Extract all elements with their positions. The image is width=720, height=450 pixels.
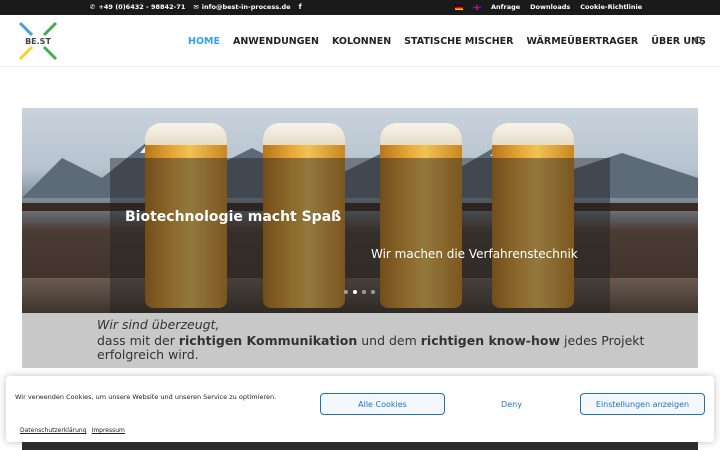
search-icon[interactable] (694, 36, 704, 46)
content-strip (22, 442, 698, 450)
cookie-message: Wir verwenden Cookies, um unsere Website… (15, 393, 277, 401)
english-flag-icon[interactable] (473, 4, 481, 10)
facebook-icon[interactable]: f (299, 3, 302, 11)
nav-statische-mischer[interactable]: STATISCHE MISCHER (404, 36, 513, 47)
topbar-link-cookie[interactable]: Cookie-Richtlinie (580, 3, 642, 11)
hero-subtitle: Wir machen die Verfahrenstechnik (371, 247, 578, 261)
deny-cookies-button[interactable]: Deny (449, 393, 574, 415)
slider-dot[interactable] (344, 290, 348, 294)
statement-body: dass mit der richtigen Kommunikation und… (97, 334, 687, 362)
nav-kolonnen[interactable]: KOLONNEN (332, 36, 391, 47)
accept-cookies-button[interactable]: Alle Cookies (320, 393, 445, 415)
cookie-settings-button[interactable]: Einstellungen anzeigen (580, 393, 705, 415)
best-logo[interactable]: BE.ST (16, 19, 60, 63)
slider-dot-active[interactable] (353, 290, 357, 294)
phone-icon: ✆ (90, 3, 96, 11)
logo-text: BE.ST (25, 37, 51, 46)
german-flag-icon[interactable] (455, 4, 463, 10)
topbar-link-anfrage[interactable]: Anfrage (491, 3, 520, 11)
site-header: BE.ST HOME ANWENDUNGEN KOLONNEN STATISCH… (0, 15, 720, 67)
cookie-links: Datenschutzerklärung Impressum (20, 427, 125, 434)
cookie-banner: Wir verwenden Cookies, um unsere Website… (6, 376, 714, 442)
mission-statement: Wir sind überzeugt, dass mit der richtig… (22, 313, 698, 368)
email-address: info@best-in-process.de (201, 3, 291, 11)
statement-text: und dem (357, 333, 421, 348)
slider-dots (344, 290, 375, 294)
nav-anwendungen[interactable]: ANWENDUNGEN (233, 36, 319, 47)
nav-home[interactable]: HOME (188, 36, 220, 47)
phone-number: +49 (0)6432 - 98842-71 (98, 3, 186, 11)
imprint-link[interactable]: Impressum (92, 427, 125, 434)
main-nav: HOME ANWENDUNGEN KOLONNEN STATISCHE MISC… (188, 36, 706, 47)
top-bar: ✆ +49 (0)6432 - 98842-71 ✉ info@best-in-… (0, 0, 720, 15)
hero-title: Biotechnologie macht Spaß (125, 209, 342, 225)
topbar-link-downloads[interactable]: Downloads (530, 3, 570, 11)
statement-text: dass mit der (97, 333, 179, 348)
slider-dot[interactable] (371, 290, 375, 294)
nav-waermeuebertrager[interactable]: WÄRMEÜBERTRAGER (527, 36, 639, 47)
statement-intro: Wir sind überzeugt, (97, 317, 220, 332)
privacy-policy-link[interactable]: Datenschutzerklärung (20, 427, 87, 434)
slider-dot[interactable] (362, 290, 366, 294)
statement-emphasis: richtigen Kommunikation (178, 333, 358, 348)
email-contact[interactable]: ✉ info@best-in-process.de (193, 3, 290, 11)
hero-slider: Biotechnologie macht Spaß Wir machen die… (22, 108, 698, 313)
mail-icon: ✉ (193, 3, 199, 11)
statement-emphasis: richtigen know-how (420, 333, 561, 348)
phone-contact[interactable]: ✆ +49 (0)6432 - 98842-71 (90, 3, 185, 11)
